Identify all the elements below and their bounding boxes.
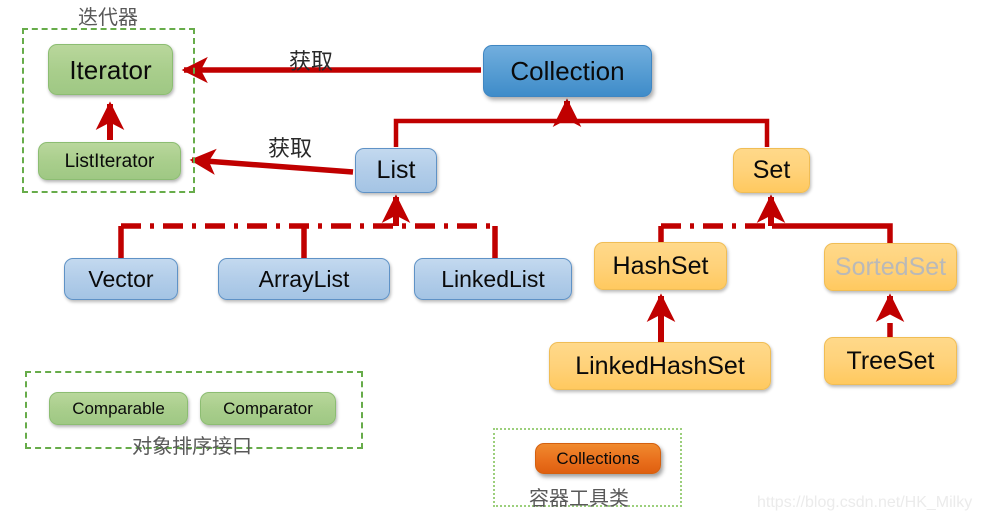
node-hashset[interactable]: HashSet [594, 242, 727, 290]
diagram-canvas: 迭代器对象排序接口容器工具类 Iterator ListIterator Colle… [0, 0, 981, 523]
node-listiterator[interactable]: ListIterator [38, 142, 181, 180]
node-vector[interactable]: Vector [64, 258, 178, 300]
node-list[interactable]: List [355, 148, 437, 193]
node-set[interactable]: Set [733, 148, 810, 193]
edge-label-collection-to-iterator: 获取 [289, 50, 334, 75]
watermark: https://blog.csdn.net/HK_Milky [757, 494, 973, 511]
edge-sortedset-to-set [772, 223, 893, 243]
group-label-utility-group: 容器工具类 [529, 486, 629, 510]
node-sortedset[interactable]: SortedSet [824, 243, 957, 291]
edge-label-list-to-listiterator: 获取 [268, 137, 313, 162]
edge-list-set-bus [393, 118, 770, 147]
node-linkedhashset[interactable]: LinkedHashSet [549, 342, 771, 390]
node-collections[interactable]: Collections [535, 443, 661, 474]
group-label-sorting-group: 对象排序接口 [132, 434, 252, 458]
node-collection[interactable]: Collection [483, 45, 652, 97]
node-treeset[interactable]: TreeSet [824, 337, 957, 385]
group-label-iterator-group: 迭代器 [74, 7, 142, 27]
node-linkedlist[interactable]: LinkedList [414, 258, 572, 300]
node-comparator[interactable]: Comparator [200, 392, 336, 425]
node-iterator[interactable]: Iterator [48, 44, 173, 95]
node-arraylist[interactable]: ArrayList [218, 258, 390, 300]
node-comparable[interactable]: Comparable [49, 392, 188, 425]
